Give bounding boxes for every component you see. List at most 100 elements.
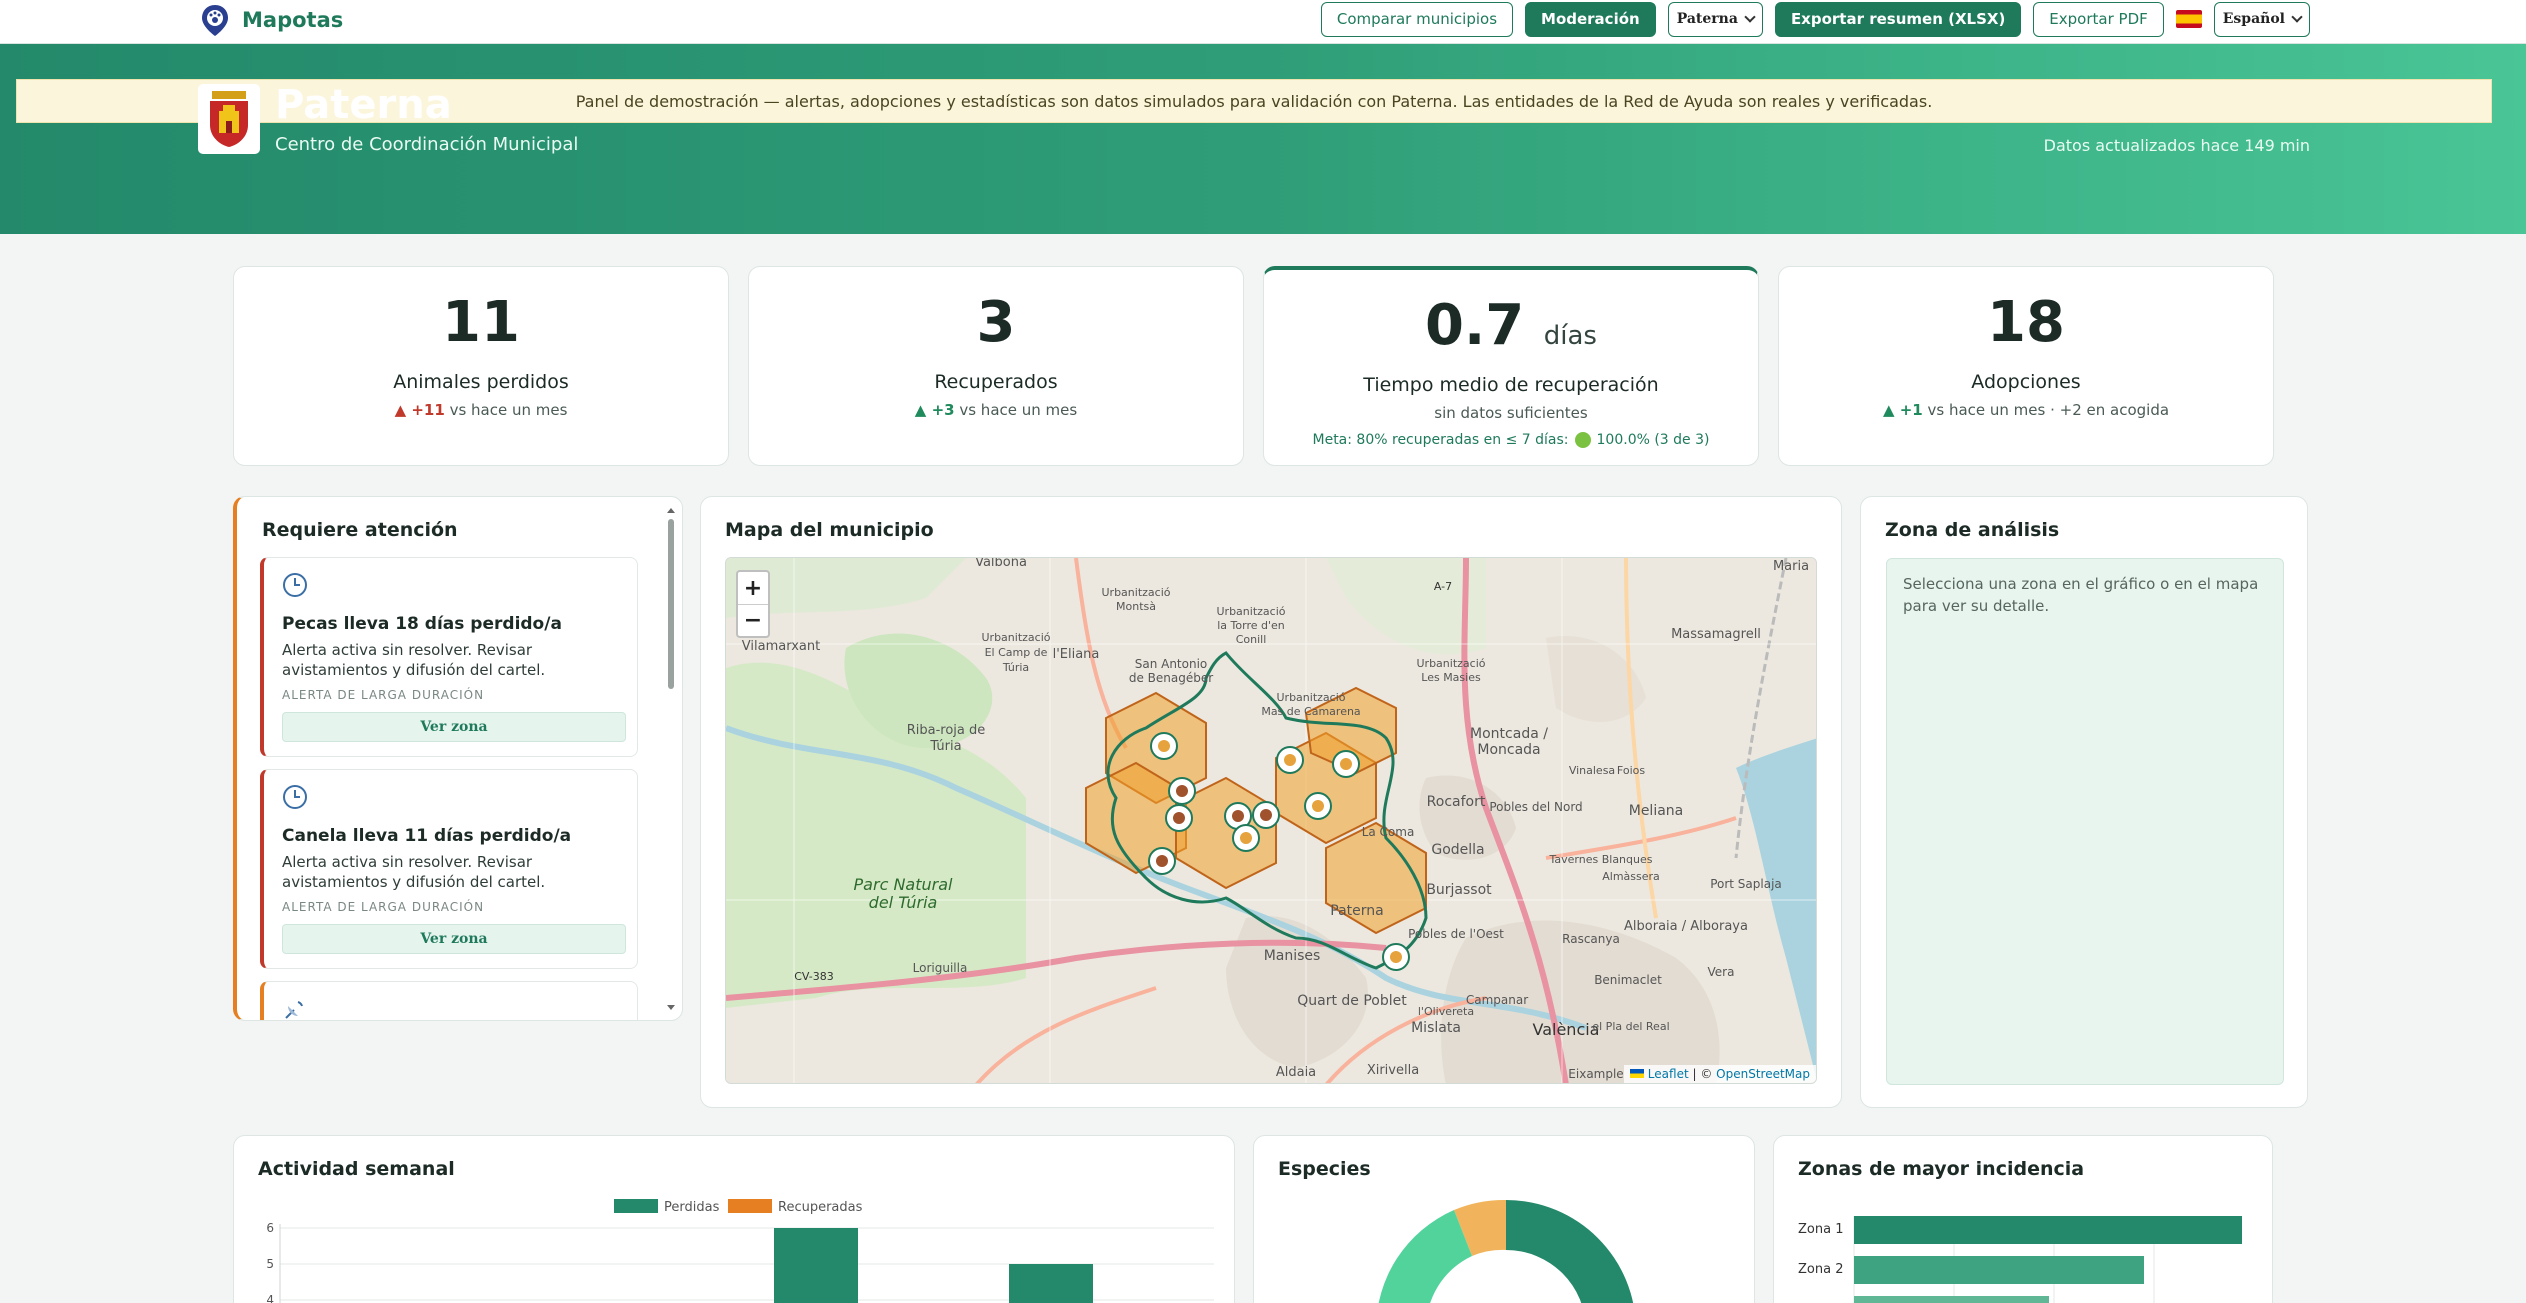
satellite-icon (285, 1001, 303, 1019)
y-tick: 5 (266, 1257, 274, 1271)
zoom-out-button[interactable]: − (738, 604, 768, 636)
svg-text:Meliana: Meliana (1629, 803, 1684, 819)
svg-text:Massamagrell: Massamagrell (1671, 627, 1761, 642)
stat-label: Adopciones (1971, 371, 2081, 393)
stat-delta-value: +3 (931, 401, 955, 419)
y-tick: 4 (266, 1293, 274, 1303)
alert-title: Canela lleva 11 días perdido/a (282, 826, 572, 846)
svg-text:Vilamarxant: Vilamarxant (742, 639, 820, 654)
svg-text:El Camp de: El Camp de (985, 646, 1048, 659)
map-attribution: Leaflet | © OpenStreetMap (1623, 1065, 1816, 1083)
municipality-select-value: Paterna (1676, 11, 1738, 27)
svg-text:Pobles del Nord: Pobles del Nord (1489, 800, 1582, 814)
svg-text:Rascanya: Rascanya (1562, 932, 1620, 946)
language-select-value: Español (2222, 11, 2285, 27)
svg-text:Mas de Camarena: Mas de Camarena (1261, 705, 1360, 718)
svg-text:Quart de Poblet: Quart de Poblet (1297, 993, 1407, 1009)
svg-text:Almàssera: Almàssera (1602, 870, 1660, 883)
city-name: Paterna (275, 82, 452, 128)
scrollbar[interactable] (666, 507, 676, 1012)
brand[interactable]: Mapotas (200, 3, 343, 37)
stat-label: Tiempo medio de recuperación (1363, 374, 1659, 396)
svg-text:Urbanització: Urbanització (1217, 605, 1286, 618)
stat-label: Recuperados (934, 371, 1058, 393)
bar-perdidas (1009, 1264, 1093, 1303)
view-zone-button[interactable]: Ver zona (282, 712, 626, 742)
language-select[interactable]: Español (2213, 1, 2310, 37)
stat-unit: días (1543, 321, 1597, 351)
stat-value: 18 (1987, 290, 2065, 355)
compare-municipalities-button[interactable]: Comparar municipios (1320, 1, 1514, 37)
alert-description: Alerta activa sin resolver. Revisar avis… (282, 853, 546, 891)
svg-text:Burjassot: Burjassot (1426, 882, 1492, 898)
svg-text:Urbanització: Urbanització (1417, 657, 1486, 670)
ukraine-flag-icon (1629, 1069, 1644, 1078)
bar-perdidas (774, 1228, 858, 1303)
donut-slice (1378, 1210, 1472, 1303)
municipality-select[interactable]: Paterna (1667, 1, 1763, 37)
alert-card: Canela lleva 11 días perdido/a Alerta ac… (260, 769, 638, 969)
svg-text:Montcada /: Montcada / (1470, 726, 1548, 742)
trend-up-icon: ▲ (914, 401, 932, 419)
svg-text:Vera: Vera (1708, 965, 1735, 979)
stat-value: 3 (976, 290, 1016, 355)
svg-text:CV-383: CV-383 (794, 970, 834, 983)
bar-zona-2 (1854, 1256, 2144, 1284)
svg-text:Mislata: Mislata (1411, 1020, 1461, 1036)
svg-text:Urbanització: Urbanització (1102, 586, 1171, 599)
svg-text:l'Eliana: l'Eliana (1053, 647, 1100, 662)
stat-delta-value: +1 (1899, 401, 1923, 419)
alert-description: Alerta activa sin resolver. Revisar avis… (282, 641, 546, 679)
svg-text:Campanar: Campanar (1466, 993, 1528, 1007)
last-updated: Datos actualizados hace 149 min (2043, 136, 2310, 155)
leaflet-link[interactable]: Leaflet (1648, 1067, 1689, 1081)
export-xlsx-button[interactable]: Exportar resumen (XLSX) (1774, 1, 2022, 37)
status-dot-icon (1574, 432, 1591, 448)
stat-goal: Meta: 80% recuperadas en ≤ 7 días: 100.0… (1264, 432, 1758, 448)
svg-text:la Torre d'en: la Torre d'en (1217, 619, 1285, 632)
alert-tag: ALERTA DE LARGA DURACIÓN (282, 688, 485, 702)
svg-text:Manises: Manises (1264, 948, 1321, 964)
panel-title: Especies (1278, 1158, 1371, 1180)
svg-text:Godella: Godella (1431, 842, 1484, 858)
zoom-in-button[interactable]: + (738, 572, 768, 604)
stat-card-adoptions: 18 Adopciones ▲ +1 vs hace un mes · +2 e… (1778, 266, 2274, 466)
stat-card-recovery-time: 0.7 días Tiempo medio de recuperación si… (1263, 266, 1759, 466)
category-label: Zona 1 (1798, 1222, 1843, 1237)
legend-swatch-perdidas (614, 1199, 658, 1213)
svg-text:Eixample: Eixample (1568, 1067, 1623, 1081)
panel-title: Zonas de mayor incidencia (1798, 1158, 2085, 1180)
svg-text:Rocafort: Rocafort (1427, 794, 1486, 810)
svg-text:Urbanització: Urbanització (982, 631, 1051, 644)
osm-link[interactable]: OpenStreetMap (1716, 1067, 1810, 1081)
spain-flag-icon (2175, 10, 2202, 28)
stat-value-number: 0.7 (1425, 293, 1525, 358)
panel-title: Mapa del municipio (725, 519, 934, 541)
species-donut-chart (1378, 1199, 1634, 1303)
svg-text:Benimaclet: Benimaclet (1594, 973, 1662, 987)
alert-card: Pecas lleva 18 días perdido/a Alerta act… (260, 557, 638, 757)
municipality-map[interactable]: Valbona Vilamarxant Parc Natural del Túr… (725, 557, 1817, 1084)
map-tiles: Valbona Vilamarxant Parc Natural del Túr… (726, 558, 1816, 1083)
trend-up-icon: ▲ (1882, 401, 1900, 419)
svg-text:A-7: A-7 (1434, 580, 1452, 593)
clock-icon (283, 785, 307, 809)
svg-text:Riba-roja de: Riba-roja de (907, 723, 986, 738)
scrollbar-thumb[interactable] (668, 519, 674, 689)
view-zone-button[interactable]: Ver zona (282, 924, 626, 954)
export-pdf-button[interactable]: Exportar PDF (2033, 1, 2164, 37)
stat-delta-value: +11 (411, 401, 445, 419)
stat-card-lost: 11 Animales perdidos ▲ +11 vs hace un me… (233, 266, 729, 466)
moderation-button[interactable]: Moderación (1525, 1, 1656, 37)
svg-text:Montsà: Montsà (1116, 600, 1156, 613)
attention-panel[interactable]: Requiere atención Pecas lleva 18 días pe… (233, 496, 683, 1021)
svg-text:Urbanització: Urbanització (1277, 691, 1346, 704)
svg-text:Xirivella: Xirivella (1367, 1063, 1419, 1078)
stat-card-recovered: 3 Recuperados ▲ +3 vs hace un mes (748, 266, 1244, 466)
trend-up-icon: ▲ (394, 401, 412, 419)
category-label: Zona 2 (1798, 1262, 1843, 1277)
stat-delta: ▲ +1 vs hace un mes · +2 en acogida (1779, 401, 2273, 419)
bar-zona-1 (1854, 1216, 2242, 1244)
stat-delta: ▲ +11 vs hace un mes (234, 401, 728, 419)
zoom-control: + − (736, 570, 770, 638)
